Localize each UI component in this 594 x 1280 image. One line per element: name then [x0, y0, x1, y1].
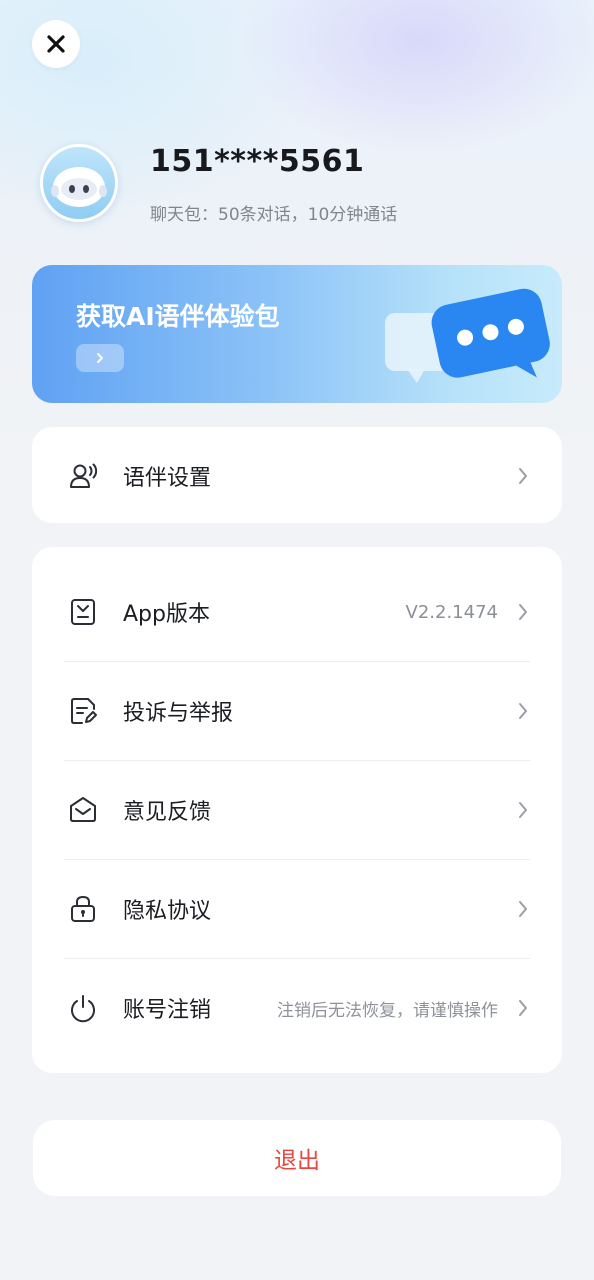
- robot-avatar-icon: [51, 167, 107, 207]
- user-phone-number: 151****5561: [150, 144, 365, 179]
- menu-item-privacy-policy[interactable]: 隐私协议: [32, 860, 562, 958]
- chevron-right-icon: [516, 800, 530, 820]
- close-button[interactable]: [32, 20, 80, 68]
- chat-bubble-icon: [385, 288, 550, 383]
- download-icon: [68, 597, 98, 627]
- feedback-mail-icon: [68, 795, 98, 825]
- menu-item-feedback[interactable]: 意见反馈: [32, 761, 562, 859]
- chevron-right-icon: [516, 466, 530, 486]
- app-version-value: V2.2.1474: [405, 601, 498, 623]
- logout-button[interactable]: 退出: [33, 1120, 561, 1196]
- banner-title: 获取AI语伴体验包: [76, 302, 280, 331]
- chevron-right-icon: [97, 353, 103, 363]
- menu-item-label: 投诉与举报: [123, 701, 234, 726]
- settings-card: 语伴设置: [32, 427, 562, 523]
- menu-item-label: 隐私协议: [123, 899, 212, 924]
- menu-item-voice-settings[interactable]: 语伴设置: [32, 427, 562, 525]
- avatar[interactable]: [40, 144, 118, 222]
- lock-icon: [68, 894, 98, 924]
- power-icon: [68, 993, 98, 1023]
- chevron-right-icon: [516, 998, 530, 1018]
- close-icon: [47, 35, 65, 53]
- menu-item-account-deletion[interactable]: 账号注销 注销后无法恢复，请谨慎操作: [32, 959, 562, 1057]
- menu-item-label: 意见反馈: [123, 800, 212, 825]
- menu-item-label: App版本: [123, 602, 210, 627]
- voice-partner-icon: [68, 461, 98, 491]
- banner-arrow-button[interactable]: [76, 344, 124, 372]
- menu-item-label: 语伴设置: [123, 466, 212, 491]
- chevron-right-icon: [516, 899, 530, 919]
- report-document-icon: [68, 696, 98, 726]
- chevron-right-icon: [516, 602, 530, 622]
- menu-item-app-version[interactable]: App版本 V2.2.1474: [32, 563, 562, 661]
- menu-item-label: 账号注销: [123, 998, 212, 1023]
- trial-package-banner[interactable]: 获取AI语伴体验包: [32, 265, 562, 403]
- menu-card: App版本 V2.2.1474 投诉与举报 意见反馈 隐私协议 账号注销 注销后…: [32, 547, 562, 1073]
- menu-item-complaint-report[interactable]: 投诉与举报: [32, 662, 562, 760]
- chat-package-info: 聊天包：50条对话，10分钟通话: [150, 205, 398, 225]
- chevron-right-icon: [516, 701, 530, 721]
- account-deletion-warning: 注销后无法恢复，请谨慎操作: [277, 1000, 498, 1021]
